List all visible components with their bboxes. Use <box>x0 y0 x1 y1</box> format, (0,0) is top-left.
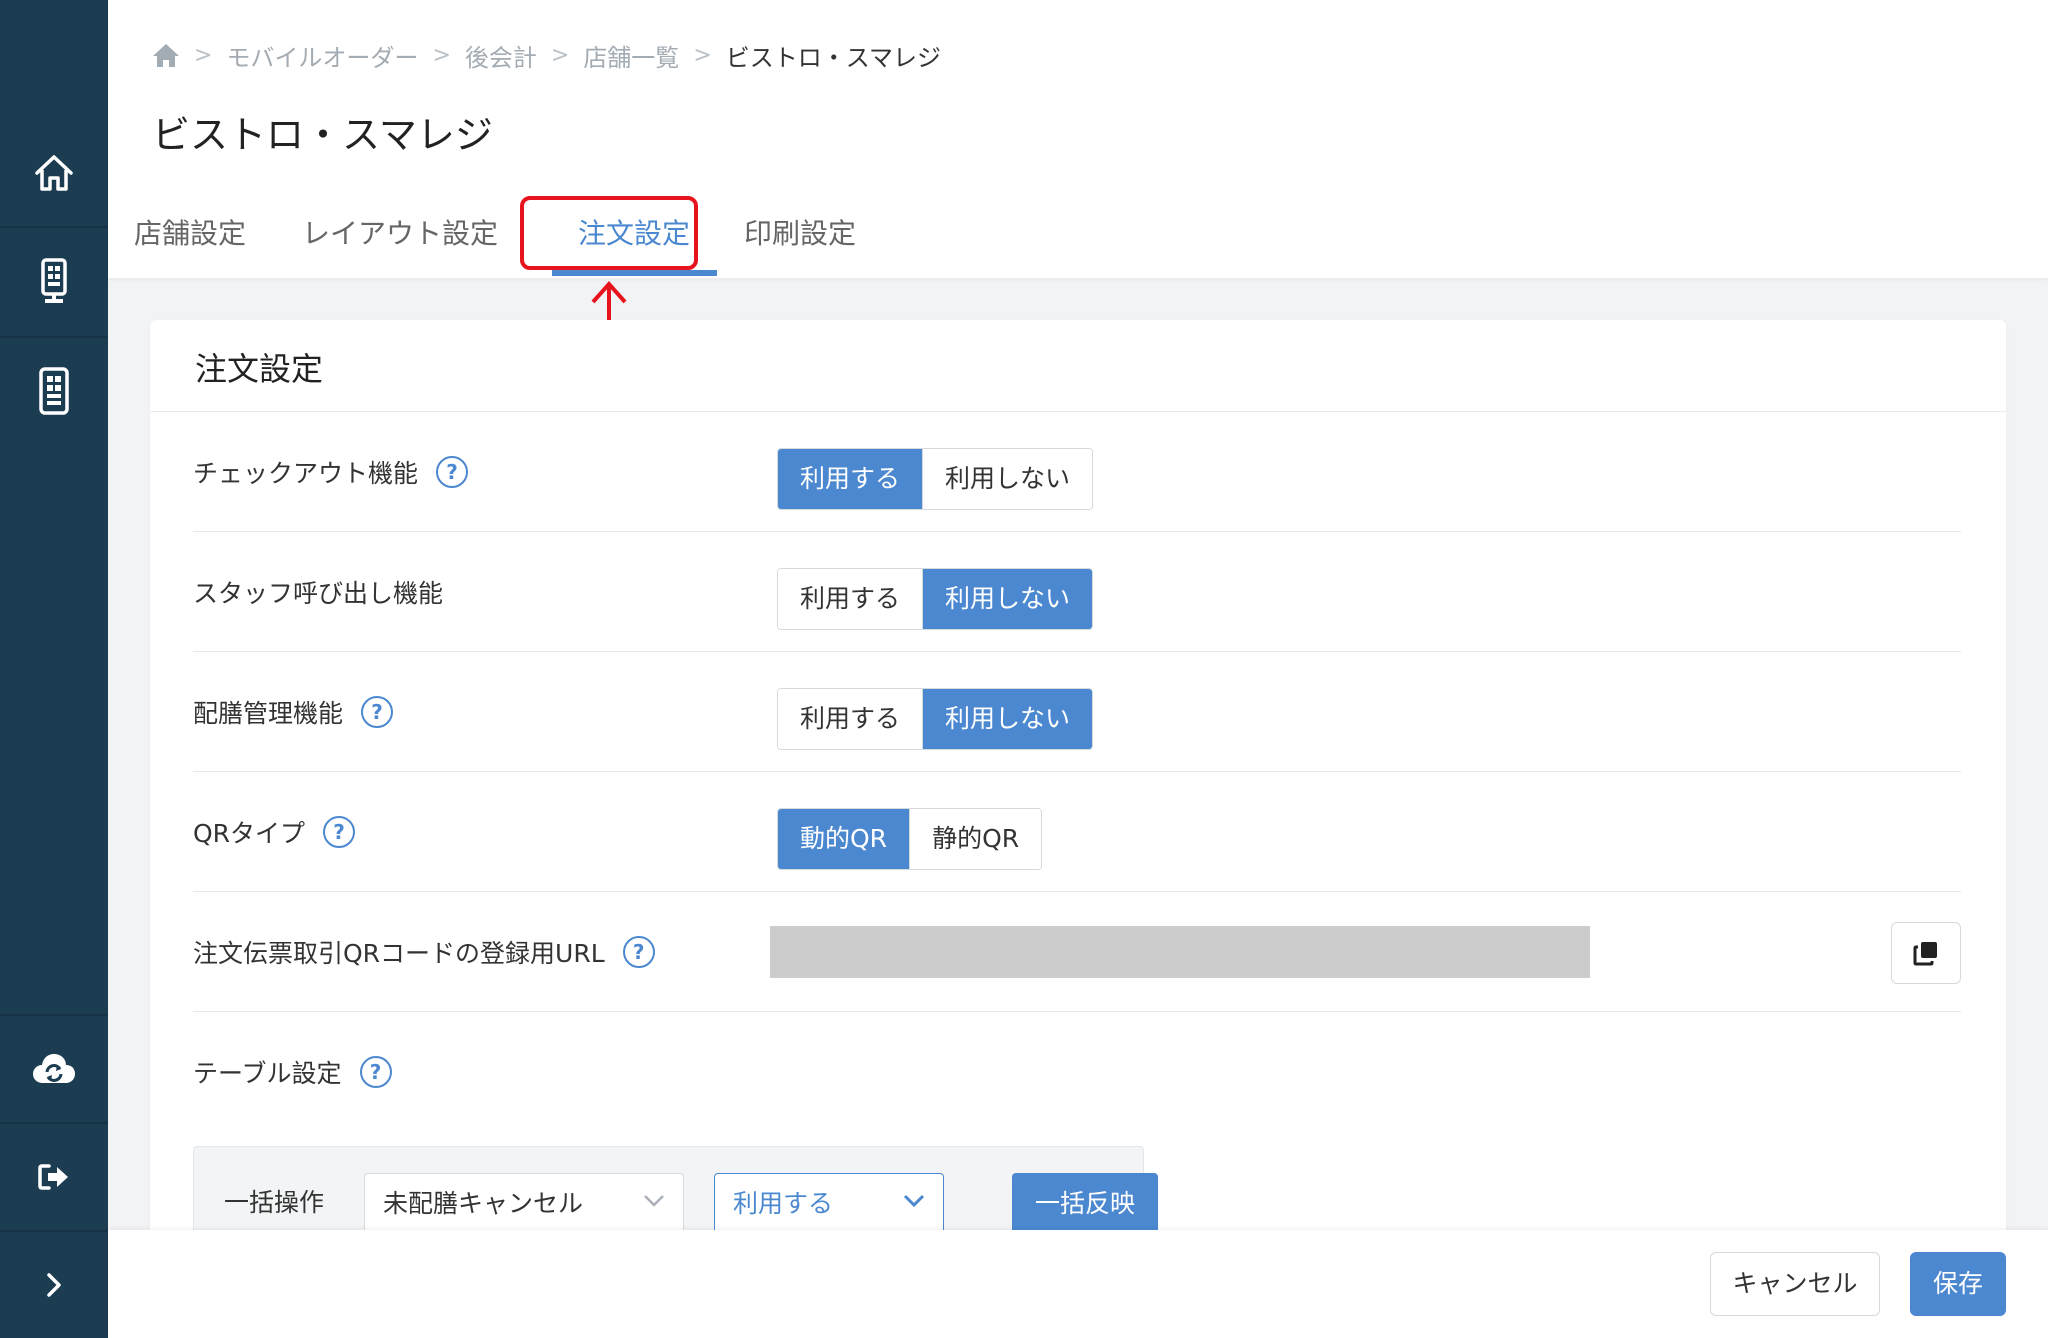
breadcrumb: > モバイルオーダー > 後会計 > 店舗一覧 > ビストロ・スマレジ <box>152 38 941 72</box>
breadcrumb-separator: > <box>693 42 712 68</box>
breadcrumb-current: ビストロ・スマレジ <box>725 43 942 72</box>
breadcrumb-separator: > <box>432 42 451 68</box>
annotation-highlight-box <box>520 196 698 270</box>
breadcrumb-item[interactable]: 後会計 <box>465 38 537 73</box>
option-static-qr[interactable]: 静的QR <box>909 809 1042 869</box>
order-settings-card: 注文設定 チェックアウト機能 ? 利用する 利用しない スタッフ呼び出し機能 利… <box>150 320 2006 1338</box>
setting-label: チェックアウト機能 ? <box>193 412 469 532</box>
setting-label-text: チェックアウト機能 <box>193 459 419 488</box>
card-title: 注文設定 <box>195 350 324 388</box>
tab-print-settings[interactable]: 印刷設定 <box>744 206 856 262</box>
tab-layout-settings[interactable]: レイアウト設定 <box>302 206 498 262</box>
registration-url-field[interactable] <box>770 926 1590 978</box>
breadcrumb-item[interactable]: 店舗一覧 <box>583 38 679 73</box>
header: > モバイルオーダー > 後会計 > 店舗一覧 > ビストロ・スマレジ ビストロ… <box>108 0 2048 278</box>
help-icon[interactable]: ? <box>436 456 469 488</box>
option-not-use[interactable]: 利用しない <box>922 449 1093 509</box>
setting-label: スタッフ呼び出し機能 <box>193 532 443 652</box>
save-button[interactable]: 保存 <box>1910 1252 2006 1316</box>
copy-url-button[interactable] <box>1891 922 1961 984</box>
chevron-down-icon <box>903 1194 925 1208</box>
card-header: 注文設定 <box>150 320 2006 412</box>
sidebar-item-tablet[interactable] <box>0 337 108 445</box>
option-dynamic-qr[interactable]: 動的QR <box>778 809 910 869</box>
setting-label-text: 配膳管理機能 <box>193 699 344 728</box>
serving-toggle: 利用する 利用しない <box>777 688 1094 750</box>
chevron-down-icon <box>644 1195 664 1207</box>
setting-label: 注文伝票取引QRコードの登録用URL ? <box>193 892 655 1012</box>
breadcrumb-item[interactable]: モバイルオーダー <box>226 38 418 73</box>
setting-label-text: スタッフ呼び出し機能 <box>193 579 444 608</box>
setting-label: QRタイプ ? <box>193 772 356 892</box>
cloud-sync-icon <box>33 1054 75 1083</box>
option-not-use[interactable]: 利用しない <box>922 689 1093 749</box>
cancel-button[interactable]: キャンセル <box>1710 1252 1880 1316</box>
setting-row-serving: 配膳管理機能 ? 利用する 利用しない <box>193 652 1961 772</box>
home-icon[interactable] <box>152 42 180 68</box>
bulk-value: 利用する <box>733 1189 834 1218</box>
footer-action-bar: キャンセル 保存 <box>108 1230 2048 1338</box>
option-use[interactable]: 利用する <box>778 569 923 629</box>
sidebar-item-kiosk[interactable] <box>0 227 108 335</box>
sidebar-expand[interactable] <box>0 1231 108 1338</box>
kiosk-icon <box>41 258 67 303</box>
setting-label-text: 注文伝票取引QRコードの登録用URL <box>193 939 605 968</box>
setting-label-text: テーブル設定 <box>193 1059 342 1088</box>
logout-icon <box>38 1164 68 1190</box>
sidebar-item-logout[interactable] <box>0 1123 108 1231</box>
copy-icon <box>1913 942 1937 966</box>
sidebar <box>0 0 108 1338</box>
active-tab-indicator <box>552 270 717 276</box>
staff-call-toggle: 利用する 利用しない <box>777 568 1094 630</box>
setting-row-registration-url: 注文伝票取引QRコードの登録用URL ? <box>193 892 1961 1012</box>
sidebar-item-home[interactable] <box>0 119 108 227</box>
option-not-use[interactable]: 利用しない <box>922 569 1093 629</box>
chevron-right-icon <box>47 1273 61 1297</box>
tablet-icon <box>39 367 69 415</box>
setting-row-table: テーブル設定 ? <box>193 1012 1961 1132</box>
setting-row-qr-type: QRタイプ ? 動的QR 静的QR <box>193 772 1961 892</box>
setting-label: テーブル設定 ? <box>193 1012 392 1132</box>
option-use[interactable]: 利用する <box>778 689 923 749</box>
option-use[interactable]: 利用する <box>778 449 923 509</box>
setting-row-staff-call: スタッフ呼び出し機能 利用する 利用しない <box>193 532 1961 652</box>
home-icon <box>35 155 73 191</box>
help-icon[interactable]: ? <box>622 936 655 968</box>
breadcrumb-separator: > <box>550 42 570 68</box>
setting-label-text: QRタイプ <box>193 819 306 848</box>
sidebar-item-sync[interactable] <box>0 1015 108 1123</box>
page-title: ビストロ・スマレジ <box>152 113 493 157</box>
checkout-toggle: 利用する 利用しない <box>777 448 1094 510</box>
help-icon[interactable]: ? <box>323 816 356 848</box>
bulk-action-select[interactable]: 未配膳キャンセル <box>364 1173 684 1235</box>
qr-type-toggle: 動的QR 静的QR <box>777 808 1043 870</box>
help-icon[interactable]: ? <box>361 696 394 728</box>
setting-label: 配膳管理機能 ? <box>193 652 394 772</box>
tab-store-settings[interactable]: 店舗設定 <box>134 206 246 262</box>
bulk-operation-label: 一括操作 <box>224 1188 325 1217</box>
bulk-value-select[interactable]: 利用する <box>714 1173 944 1235</box>
breadcrumb-separator: > <box>194 42 213 68</box>
help-icon[interactable]: ? <box>359 1056 392 1088</box>
setting-row-checkout: チェックアウト機能 ? 利用する 利用しない <box>193 412 1961 532</box>
bulk-action-value: 未配膳キャンセル <box>383 1189 584 1218</box>
bulk-apply-button[interactable]: 一括反映 <box>1012 1173 1158 1235</box>
